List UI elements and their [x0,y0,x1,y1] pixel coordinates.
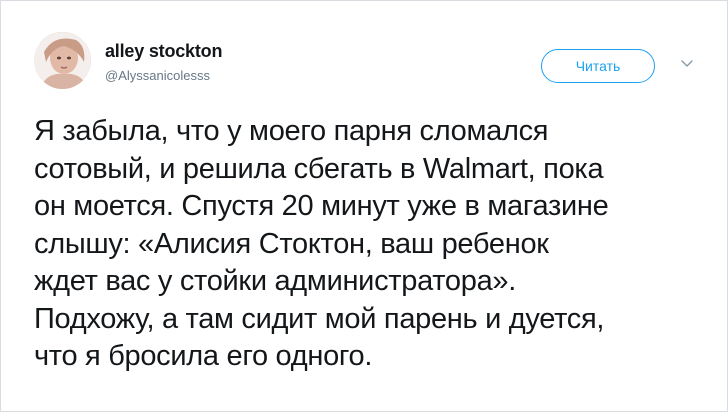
avatar[interactable] [34,32,91,89]
tweet-text-line: сотовый, и решила сбегать в Walmart, пок… [34,152,604,185]
tweet-text-line: Подхожу, а там сидит мой парень и дуется… [34,302,605,335]
tweet-text-line: он моется. Спустя 20 минут уже в магазин… [34,190,609,222]
tweet-text-line: что я бросила его одного. [34,340,373,372]
tweet-menu-button[interactable] [678,57,696,71]
tweet-text: Я забыла, что у моего парня сломался сот… [34,113,714,376]
avatar-photo [34,32,91,89]
tweet-text-line: ждет вас у стойки администратора». [34,265,517,297]
display-name[interactable]: alley stockton [105,41,222,62]
tweet-card: alley stockton @Alyssanicolesss Читать Я… [0,0,728,412]
follow-button[interactable]: Читать [541,49,655,83]
tweet-text-line: слышу: «Алисия Стоктон, ваш ребенок [34,227,549,260]
tweet-text-line: Я забыла, что у моего парня сломался [34,115,549,147]
chevron-down-icon [681,60,693,67]
user-handle[interactable]: @Alyssanicolesss [105,68,210,83]
